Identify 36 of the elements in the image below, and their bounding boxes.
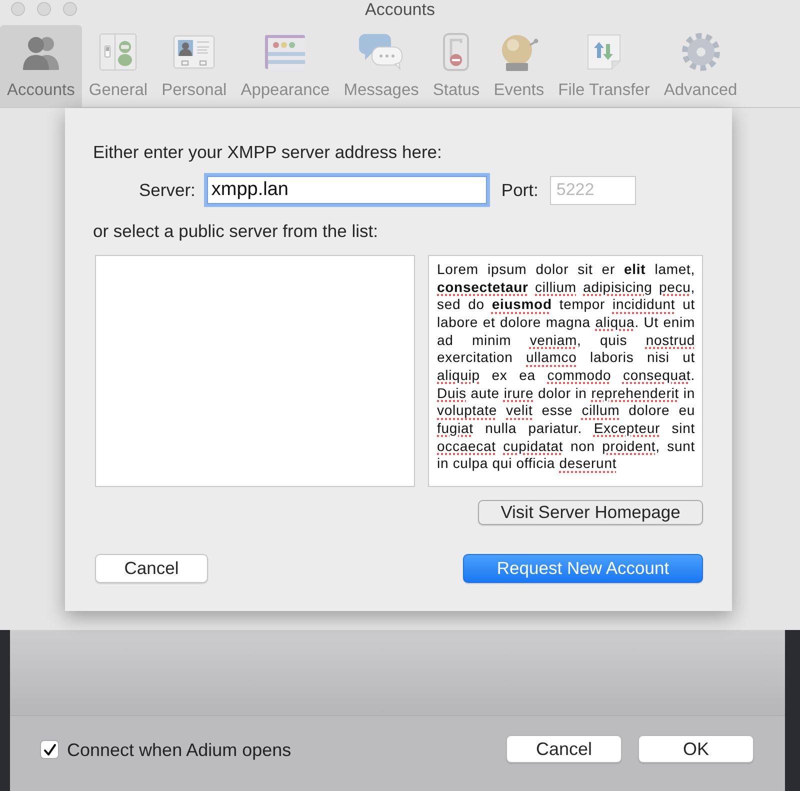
field-label: Server:: [139, 180, 196, 200]
gear-icon: [680, 32, 721, 72]
no-entry-sign-icon: [443, 33, 470, 71]
checkbox-label: Connect when Adium opens: [67, 740, 292, 760]
server-list[interactable]: [95, 255, 415, 487]
window-title: Accounts: [365, 0, 435, 21]
toolbar-tab[interactable]: Status: [426, 25, 487, 107]
cancel-button[interactable]: Cancel: [95, 554, 208, 583]
minimize-button[interactable]: [37, 2, 51, 16]
toolbar-tab[interactable]: Personal: [154, 25, 234, 107]
zoom-button[interactable]: [63, 2, 77, 16]
ok-button[interactable]: OK: [638, 735, 754, 763]
toolbar-tab[interactable]: General: [82, 25, 155, 107]
port-field[interactable]: 5222: [550, 176, 636, 204]
toolbar-tab[interactable]: Appearance: [234, 25, 337, 107]
window-icon: [265, 35, 306, 69]
close-button[interactable]: [11, 2, 25, 16]
toolbar-tab[interactable]: Messages: [336, 25, 426, 107]
toolbar-tab[interactable]: Events: [486, 25, 552, 107]
toolbar-tab[interactable]: Advanced: [656, 25, 744, 107]
speech-bubbles-icon: [359, 34, 404, 70]
prompt-text: Either enter your XMPP server address here:: [93, 142, 443, 162]
field-label: Port:: [501, 180, 538, 200]
prompt-text: or select a public server from the list:: [93, 221, 379, 241]
id-card-icon: [173, 35, 216, 69]
up-down-arrows-icon: [586, 34, 621, 70]
description-text: Lorem ipsum dolor sit er elit lamet, consectetaur cillium adipisicing pecu, sed do eiusmod tempor incididunt ut labore et dolore magna aliqua. Ut enim ad minim veniam, quis nostrud exercitation ullamco laboris nisi ut aliquip ex ea commodo consequat. Duis aute irure dolor in reprehenderit in voluptate velit esse cillum dolore eu fugiat nulla pariatur. Excepteur sint occaecat cupidatat non proident, sunt in culpa qui officia deserunt: [437, 261, 695, 473]
server-field[interactable]: xmpp.lan: [204, 173, 490, 207]
request-account-button[interactable]: Request New Account: [463, 554, 703, 583]
visit-homepage-button[interactable]: Visit Server Homepage: [478, 500, 703, 525]
switch-panel-icon: [99, 33, 138, 71]
toolbar-tab[interactable]: File Transfer: [551, 25, 657, 107]
toolbar-tab[interactable]: Accounts: [0, 25, 82, 107]
cancel-button[interactable]: Cancel: [506, 735, 622, 763]
checkmark-icon: [42, 742, 56, 756]
checkbox[interactable]: [40, 740, 59, 759]
